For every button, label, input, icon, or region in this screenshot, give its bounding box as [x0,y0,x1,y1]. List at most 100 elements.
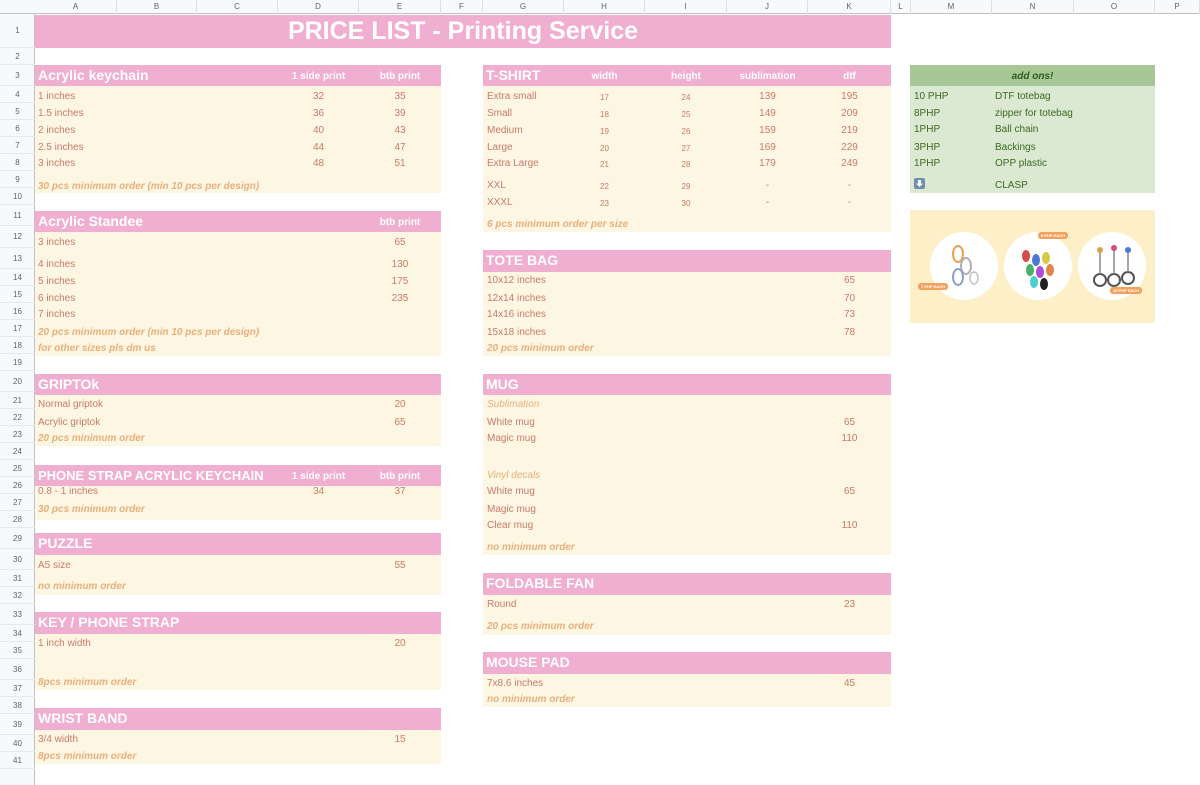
column-label-btb-print[interactable]: btb print [359,215,441,231]
minimum-order-note[interactable]: 6 pcs minimum order per size [487,219,628,231]
item-price-dtf[interactable]: 195 [808,91,891,103]
section-title[interactable]: WRIST BAND [38,708,127,729]
row-header[interactable]: 21 [0,392,35,409]
row-header[interactable]: 34 [0,625,35,642]
column-header-a[interactable]: A [35,0,117,14]
column-label-btb-print[interactable]: btb print [359,69,441,85]
addon-price[interactable]: 8PHP [914,108,940,120]
item-price-sublimation[interactable]: 159 [727,125,808,137]
item-height[interactable]: 24 [645,92,727,104]
row-header[interactable]: 29 [0,528,35,549]
row-header[interactable]: 13 [0,248,35,269]
item-name[interactable]: 14x16 inches [487,309,546,321]
subcategory-vinyl-decals[interactable]: Vinyl decals [487,470,540,482]
row-header[interactable]: 10 [0,188,35,205]
item-name[interactable]: 1 inches [38,91,75,103]
item-price-1-side[interactable]: 32 [278,91,359,103]
item-height[interactable]: 26 [645,126,727,138]
minimum-order-note[interactable]: 20 pcs minimum order [487,343,594,355]
row-header[interactable]: 28 [0,511,35,528]
section-title[interactable]: FOLDABLE FAN [486,573,594,594]
item-price-dtf[interactable]: - [808,197,891,209]
item-price[interactable]: 65 [359,417,441,429]
item-price-dtf[interactable]: 249 [808,158,891,170]
item-price-btb[interactable]: 35 [359,91,441,103]
section-title[interactable]: PUZZLE [38,533,92,554]
down-arrow-icon[interactable] [914,178,925,189]
item-name[interactable]: Round [487,599,516,611]
item-height[interactable]: 28 [645,159,727,171]
item-price-btb[interactable]: 130 [359,259,441,271]
item-name[interactable]: XXL [487,180,506,192]
row-header[interactable]: 27 [0,494,35,511]
item-price-1-side[interactable]: 40 [278,125,359,137]
row-header[interactable]: 19 [0,354,35,371]
row-header[interactable]: 38 [0,697,35,714]
item-price[interactable]: 110 [808,520,891,532]
item-width[interactable]: 20 [564,143,645,155]
row-header[interactable]: 5 [0,103,35,120]
item-price[interactable]: 65 [808,275,891,287]
item-price-1-side[interactable]: 44 [278,142,359,154]
addon-price[interactable]: 1PHP [914,158,940,170]
item-width[interactable]: 22 [564,181,645,193]
column-header-b[interactable]: B [117,0,197,14]
other-sizes-note[interactable]: for other sizes pls dm us [38,343,156,355]
item-height[interactable]: 25 [645,109,727,121]
row-header[interactable]: 37 [0,680,35,697]
item-name[interactable]: Normal griptok [38,399,103,411]
item-price-btb[interactable]: 235 [359,293,441,305]
item-name[interactable]: 0.8 - 1 inches [38,486,98,498]
item-price-sublimation[interactable]: 149 [727,108,808,120]
minimum-order-note[interactable]: no minimum order [487,542,575,554]
item-name[interactable]: White mug [487,486,535,498]
column-header-m[interactable]: M [911,0,992,14]
addon-name[interactable]: zipper for totebag [995,108,1073,120]
column-label-btb-print[interactable]: btb print [359,469,441,485]
minimum-order-note[interactable]: 30 pcs minimum order [38,504,145,516]
column-header-f[interactable]: F [441,0,483,14]
row-header[interactable]: 17 [0,320,35,337]
row-header[interactable]: 39 [0,714,35,735]
addon-name[interactable]: DTF totebag [995,91,1051,103]
minimum-order-note[interactable]: 30 pcs minimum order (min 10 pcs per des… [38,181,259,193]
item-width[interactable]: 21 [564,159,645,171]
item-price[interactable]: 70 [808,293,891,305]
item-name[interactable]: Medium [487,125,523,137]
item-name[interactable]: Magic mug [487,504,536,516]
addon-name[interactable]: CLASP [995,180,1028,192]
item-price-dtf[interactable]: - [808,180,891,192]
page-title[interactable]: PRICE LIST - Printing Service [35,15,891,48]
item-price-dtf[interactable]: 229 [808,142,891,154]
item-name[interactable]: 7 inches [38,309,75,321]
item-name[interactable]: 3/4 width [38,734,78,746]
item-price-dtf[interactable]: 219 [808,125,891,137]
addon-name[interactable]: Backings [995,142,1036,154]
section-title[interactable]: add ons! [910,65,1155,86]
row-header[interactable]: 11 [0,205,35,226]
item-price-sublimation[interactable]: 179 [727,158,808,170]
row-header[interactable]: 1 [0,14,35,48]
item-name[interactable]: 2 inches [38,125,75,137]
item-name[interactable]: Extra small [487,91,536,103]
addon-price[interactable]: 10 PHP [914,91,948,103]
item-name[interactable]: A5 size [38,560,71,572]
item-name[interactable]: 3 inches [38,158,75,170]
item-name[interactable]: Small [487,108,512,120]
item-width[interactable]: 18 [564,109,645,121]
item-price[interactable]: 55 [359,560,441,572]
item-price-dtf[interactable]: 209 [808,108,891,120]
item-name[interactable]: XXXL [487,197,513,209]
item-name[interactable]: 5 inches [38,276,75,288]
item-name[interactable]: Clear mug [487,520,533,532]
row-header[interactable]: 35 [0,642,35,659]
column-header-n[interactable]: N [992,0,1074,14]
row-header[interactable]: 23 [0,426,35,443]
column-label-1-side-print[interactable]: 1 side print [278,469,359,485]
column-label-dtf[interactable]: dtf [808,69,891,85]
item-price-btb[interactable]: 47 [359,142,441,154]
item-width[interactable]: 23 [564,198,645,210]
item-name[interactable]: Extra Large [487,158,539,170]
column-header-h[interactable]: H [564,0,645,14]
section-title[interactable]: TOTE BAG [486,250,558,271]
